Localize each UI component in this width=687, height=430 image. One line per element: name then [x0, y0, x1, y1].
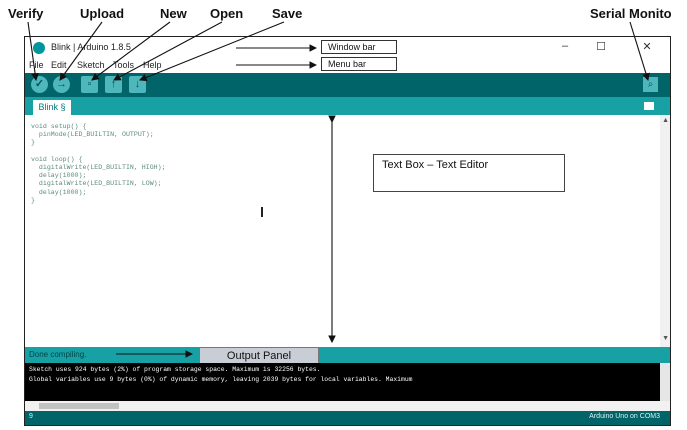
output-console[interactable]: Sketch uses 924 bytes (2%) of program st… — [25, 363, 670, 401]
minimize-icon[interactable]: – — [555, 40, 575, 52]
new-callout: New — [160, 6, 187, 21]
tab-menu-icon[interactable] — [644, 102, 654, 110]
scroll-down-icon[interactable]: ▼ — [662, 335, 669, 342]
scrollbar-thumb[interactable] — [39, 403, 119, 409]
board-port-label: Arduino Uno on COM3 — [589, 413, 660, 420]
new-button[interactable]: ▫ — [81, 76, 98, 93]
arduino-logo-icon — [33, 42, 45, 54]
window-bar-label: Window bar — [321, 40, 397, 54]
menu-tools[interactable]: Tools — [113, 60, 134, 70]
menu-file[interactable]: File — [29, 60, 44, 70]
text-box-label: Text Box – Text Editor — [373, 154, 565, 192]
save-button[interactable]: ↓ — [129, 76, 146, 93]
serial-monitor-button[interactable]: ⌕ — [643, 77, 658, 92]
maximize-icon[interactable]: ☐ — [591, 40, 611, 53]
console-line: Global variables use 9 bytes (0%) of dyn… — [29, 376, 413, 383]
menu-sketch[interactable]: Sketch — [77, 60, 105, 70]
menu-bar-label: Menu bar — [321, 57, 397, 71]
sketch-code[interactable]: void setup() { pinMode(LED_BUILTIN, OUTP… — [31, 123, 166, 205]
tab-bar: Blink § — [25, 97, 670, 115]
horizontal-scrollbar[interactable] — [25, 401, 670, 411]
editor-vertical-scrollbar[interactable]: ▲ ▼ — [660, 115, 670, 347]
upload-button[interactable]: → — [53, 76, 70, 93]
close-icon[interactable]: ✕ — [637, 40, 657, 53]
save-callout: Save — [272, 6, 303, 21]
toolbar: ✓ → ▫ ↑ ↓ ⌕ — [25, 73, 670, 97]
text-cursor — [261, 207, 263, 217]
menu-help[interactable]: Help — [143, 60, 162, 70]
open-button[interactable]: ↑ — [105, 76, 122, 93]
status-message: Done compiling. — [29, 350, 87, 359]
console-line: Sketch uses 924 bytes (2%) of program st… — [29, 366, 321, 373]
arduino-ide-window: Blink | Arduino 1.8.5 Window bar – ☐ ✕ F… — [24, 36, 671, 426]
window-title: Blink | Arduino 1.8.5 — [51, 42, 131, 52]
menu-edit[interactable]: Edit — [51, 60, 67, 70]
verify-button[interactable]: ✓ — [31, 76, 48, 93]
scroll-up-icon[interactable]: ▲ — [662, 117, 669, 124]
tab-blink[interactable]: Blink § — [33, 100, 71, 115]
verify-callout: Verify — [8, 6, 44, 21]
menu-bar: File Edit Sketch Tools Help Menu bar — [25, 57, 670, 74]
bottom-status-bar: 9 Arduino Uno on COM3 — [25, 411, 670, 425]
upload-callout: Upload — [80, 6, 125, 21]
status-bar: Done compiling. — [25, 347, 670, 363]
serial-monitor-callout: Serial Monito — [590, 6, 672, 21]
line-number: 9 — [29, 413, 33, 420]
text-editor[interactable]: void setup() { pinMode(LED_BUILTIN, OUTP… — [25, 115, 670, 347]
console-scrollbar[interactable] — [660, 363, 670, 401]
open-callout: Open — [210, 6, 244, 21]
